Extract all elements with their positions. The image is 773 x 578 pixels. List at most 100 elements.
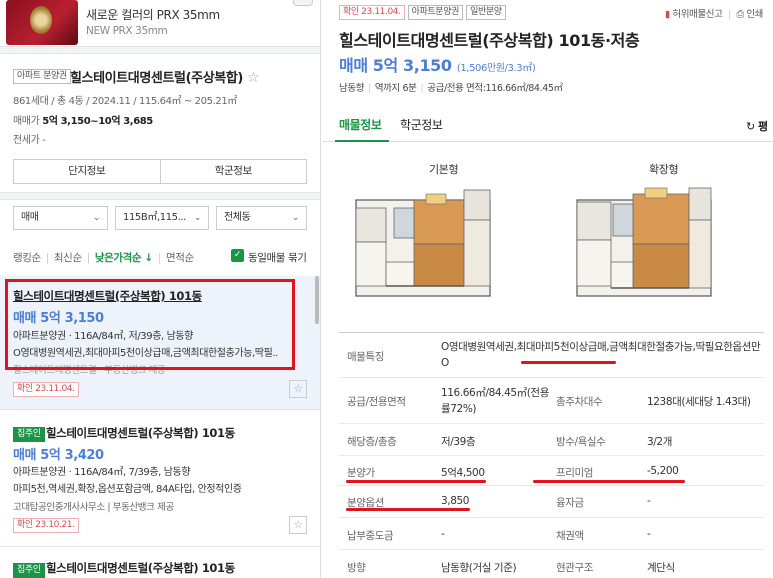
table-key: 방향 xyxy=(347,562,366,574)
highlight-underline xyxy=(533,480,685,483)
detail-title: 힐스테이트대명센트럴(주상복합) 101동·저층 xyxy=(339,31,640,50)
divider xyxy=(0,46,320,54)
chevron-down-icon: ⌄ xyxy=(291,213,300,223)
table-value: - xyxy=(441,528,445,540)
sale-price-range: 매매가 5억 3,150~10억 3,685 xyxy=(13,112,153,127)
table-key: 융자금 xyxy=(556,497,584,509)
listing-agent: 고대탑공인중개사사무소 | 부동산뱅크 제공 xyxy=(13,502,174,513)
detail-price-value: 매매 5억 3,150 xyxy=(339,56,452,75)
table-row: 공급/전용면적 116.66㎡/84.45㎡(전용률72%) 총주차대수 123… xyxy=(339,378,764,424)
table-value: O영대병원역세권,최대마피5천이상급매,금액최대한절충가능,딱필요한옵션만O xyxy=(441,341,761,369)
highlight-underline xyxy=(346,508,470,511)
owner-tag: 집주인 xyxy=(13,563,45,578)
ad-title: 새로운 컬러의 PRX 35mm xyxy=(86,8,220,22)
floorplan-expanded-image[interactable] xyxy=(575,178,713,298)
tab-school-info[interactable]: 학군정보 xyxy=(400,116,443,133)
sort-low-price[interactable]: 낮은가격순 ↓ xyxy=(95,252,153,264)
listing-title[interactable]: 힐스테이트대명센트럴(주상복합) 101동 xyxy=(46,560,235,576)
complex-info-button[interactable]: 단지정보 xyxy=(14,160,160,183)
ad-subtitle: NEW PRX 35mm xyxy=(86,25,168,37)
owner-tag: 집주인 xyxy=(13,427,45,442)
sale-range: 5억 3,150~10억 3,685 xyxy=(42,116,153,127)
area-value: 115B㎡,115... xyxy=(123,212,186,223)
print-icon: ⎙ xyxy=(736,9,744,20)
table-value: 5억4,500 xyxy=(441,467,485,479)
highlight-underline xyxy=(521,361,616,364)
sort-latest[interactable]: 최신순 xyxy=(54,252,82,264)
listing-title[interactable]: 힐스테이트대명센트럴(주상복합) 101동 xyxy=(46,425,235,441)
sort-ranking[interactable]: 랭킹순 xyxy=(13,252,41,264)
sort-area[interactable]: 면적순 xyxy=(166,252,194,264)
area-info: 공급/전용 면적:116.66㎡/84.45㎡ xyxy=(427,83,563,94)
same-listing-group-label[interactable]: 동일매물 묶기 xyxy=(248,250,307,265)
table-key: 해당층/총층 xyxy=(347,436,397,448)
listing-description: 마피5천,역세권,확장,옵션포함금액, 84A타입, 안정적인증 xyxy=(13,484,242,495)
detail-tags: 확인 23.11.04. 아파트분양권 일반분양 xyxy=(339,4,506,20)
floorplan-basic-label: 기본형 xyxy=(429,163,459,176)
list-item[interactable]: 집주인 힐스테이트대명센트럴(주상복합) 101동 xyxy=(0,548,320,578)
price-per-area: (1,506만원/3.3㎡) xyxy=(456,63,536,74)
table-value: 3/2개 xyxy=(647,436,672,448)
table-value: 116.66㎡/84.45㎡(전용률72%) xyxy=(441,387,549,415)
bookmark-star-icon[interactable]: ☆ xyxy=(289,380,307,398)
table-row: 매물특징 O영대병원역세권,최대마피5천이상급매,금액최대한절충가능,딱필요한옵… xyxy=(339,332,764,378)
table-value: -5,200 xyxy=(647,465,679,477)
print-button[interactable]: 인쇄 xyxy=(746,9,763,20)
table-key: 매물특징 xyxy=(347,351,385,363)
star-icon[interactable]: ☆ xyxy=(247,70,260,86)
siren-icon: ▮ xyxy=(664,9,670,20)
jeonse-label: 전세가 xyxy=(13,135,40,146)
table-row: 분양옵션 3,850 융자금 - xyxy=(339,486,764,518)
table-value: 저/39층 xyxy=(441,436,476,448)
detail-panel: 확인 23.11.04. 아파트분양권 일반분양 ▮ 허위매물신고 | ⎙ 인쇄… xyxy=(322,0,773,578)
deal-type-value: 매매 xyxy=(21,212,39,223)
detail-tabs: 매물정보 학군정보 xyxy=(322,104,773,142)
area-select[interactable]: 115B㎡,115... ⌄ xyxy=(115,206,209,230)
sort-options: 랭킹순 | 최신순 | 낮은가격순 ↓ | 면적순 xyxy=(13,252,194,264)
ad-banner[interactable]: 새로운 컬러의 PRX 35mm NEW PRX 35mm xyxy=(0,0,320,50)
confirm-date-badge: 확인 23.11.04. xyxy=(13,382,79,397)
area-toggle-button[interactable]: ↻ 평 xyxy=(746,118,768,134)
table-key: 분양가 xyxy=(347,467,375,479)
floorplan-expanded-label: 확장형 xyxy=(649,163,679,176)
table-value: 남동향(거실 기준) xyxy=(441,562,517,574)
complex-name[interactable]: 힐스테이트대명센트럴(주상복합) ☆ xyxy=(70,67,260,86)
table-key: 방수/욕실수 xyxy=(556,436,606,448)
checkbox-checked-icon[interactable]: ✓ xyxy=(231,249,244,262)
table-key: 채권액 xyxy=(556,530,584,542)
table-value: 계단식 xyxy=(647,562,675,574)
school-info-button[interactable]: 학군정보 xyxy=(159,160,307,183)
deal-type-select[interactable]: 매매 ⌄ xyxy=(13,206,108,230)
table-value: - xyxy=(647,528,651,540)
bookmark-star-icon[interactable]: ☆ xyxy=(289,516,307,534)
scrollbar[interactable] xyxy=(315,276,319,324)
direction: 남동향 xyxy=(339,83,365,94)
dong-value: 전체동 xyxy=(224,212,251,223)
ad-close-tab[interactable] xyxy=(293,0,313,6)
confirm-date-badge: 확인 23.10.21. xyxy=(13,518,79,533)
station-distance: 역까지 6분 xyxy=(374,83,417,94)
table-key: 납부중도금 xyxy=(347,530,394,542)
confirm-date-badge: 확인 23.11.04. xyxy=(339,5,405,20)
jeonse-price: 전세가 - xyxy=(13,131,46,146)
table-key: 현관구조 xyxy=(556,562,594,574)
table-row: 해당층/총층 저/39층 방수/욕실수 3/2개 xyxy=(339,424,764,456)
dong-select[interactable]: 전체동 ⌄ xyxy=(216,206,307,230)
complex-info-buttons: 단지정보 학군정보 xyxy=(13,159,307,184)
report-button[interactable]: 허위매물신고 xyxy=(672,9,722,20)
list-item[interactable]: 집주인 힐스테이트대명센트럴(주상복합) 101동 매매 5억 3,420 아파… xyxy=(0,410,320,547)
complex-summary: 861세대 / 총 4동 / 2024.11 / 115.64㎡ ~ 205.2… xyxy=(13,96,237,107)
divider xyxy=(0,192,320,200)
refresh-icon: ↻ xyxy=(746,120,755,133)
sale-type-tag: 일반분양 xyxy=(466,5,506,20)
complex-name-text: 힐스테이트대명센트럴(주상복합) xyxy=(70,71,243,86)
chevron-down-icon: ⌄ xyxy=(92,213,101,223)
sale-label: 매매가 xyxy=(13,116,40,127)
tab-listing-info[interactable]: 매물정보 xyxy=(339,116,382,133)
table-value: - xyxy=(647,495,651,507)
ad-image xyxy=(6,0,78,45)
detail-price: 매매 5억 3,150 (1,506만원/3.3㎡) xyxy=(339,52,536,76)
table-row: 방향 남동향(거실 기준) 현관구조 계단식 xyxy=(339,550,764,578)
detail-meta: 남동향 | 역까지 6분 | 공급/전용 면적:116.66㎡/84.45㎡ xyxy=(339,83,563,94)
floorplan-basic-image[interactable] xyxy=(354,178,492,298)
